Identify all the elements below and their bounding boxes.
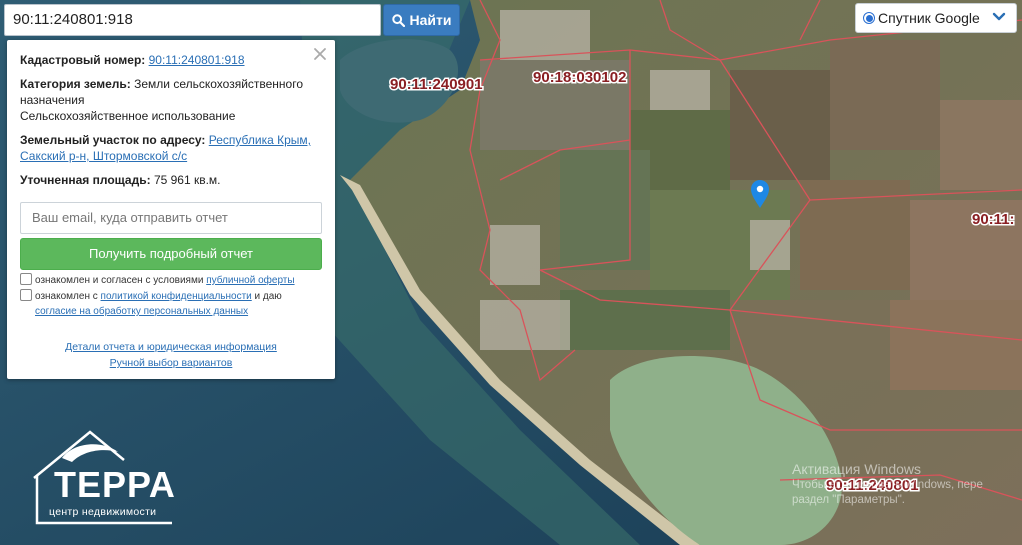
consent-privacy-row: ознакомлен с политикой конфиденциальност… [20,289,325,319]
map-label-030102: 90:18:030102 [533,69,626,86]
chevron-down-icon[interactable] [992,12,1006,22]
get-report-button[interactable]: Получить подробный отчет [20,238,322,270]
personal-data-consent-link[interactable]: согласие на обработку персональных данны… [35,306,248,317]
details-link-row: Детали отчета и юридическая информация [7,341,335,353]
windows-activation-watermark: Активация Windows Чтобы активировать Win… [792,460,983,508]
watermark-line-2: Чтобы активировать Windows, пере [792,479,983,491]
area-row: Уточненная площадь: 75 961 кв.м. [20,172,320,188]
email-field[interactable]: Ваш email, куда отправить отчет [20,202,322,234]
consent-offer-text: ознакомлен и согласен с условиями [35,275,204,286]
manual-choice-link[interactable]: Ручной выбор вариантов [110,357,233,369]
terra-logo: ТЕРРА центр недвижимости [32,428,182,528]
report-details-link[interactable]: Детали отчета и юридическая информация [65,341,277,353]
layer-select-label: Спутник Google [878,10,980,26]
cadastral-number-row: Кадастровый номер: 90:11:240801:918 [20,52,320,68]
cadastral-label: Кадастровый номер: [20,53,146,67]
consent-privacy-text: ознакомлен с [35,291,98,302]
category-usage: Сельскохозяйственное использование [20,109,236,123]
category-row: Категория земель: Земли сельскохозяйстве… [20,76,320,124]
area-value: 75 961 кв.м. [153,173,221,187]
address-row: Земельный участок по адресу: Республика … [20,132,320,164]
logo-title: ТЕРРА [54,464,176,505]
logo-subtitle: центр недвижимости [49,506,157,518]
search-button-label: Найти [409,12,452,28]
layer-select[interactable]: Спутник Google [855,3,1017,33]
parcel-info-panel: Кадастровый номер: 90:11:240801:918 Кате… [7,40,335,379]
cadastral-number-link[interactable]: 90:11:240801:918 [149,53,245,67]
area-label: Уточненная площадь: [20,173,151,187]
watermark-line-3: раздел "Параметры". [792,494,905,506]
category-label: Категория земель: [20,77,131,91]
public-offer-link[interactable]: публичной оферты [206,275,294,286]
consent-offer-checkbox[interactable] [20,273,32,285]
consent-privacy-text-2: и даю [254,291,282,302]
search-input[interactable]: 90:11:240801:918 [4,4,381,36]
watermark-title: Активация Windows [792,461,922,477]
address-label: Земельный участок по адресу: [20,133,206,147]
consent-privacy-checkbox[interactable] [20,289,32,301]
radio-selected-icon[interactable] [863,12,875,24]
search-button[interactable]: Найти [383,4,460,36]
consent-offer-row: ознакомлен и согласен с условиями публич… [20,273,325,288]
search-icon [391,13,405,27]
manual-choice-row: Ручной выбор вариантов [7,357,335,369]
privacy-policy-link[interactable]: политикой конфиденциальности [101,291,252,302]
map-label-240901: 90:11:240901 [390,76,483,93]
map-label-90-11: 90:11: [972,211,1015,228]
